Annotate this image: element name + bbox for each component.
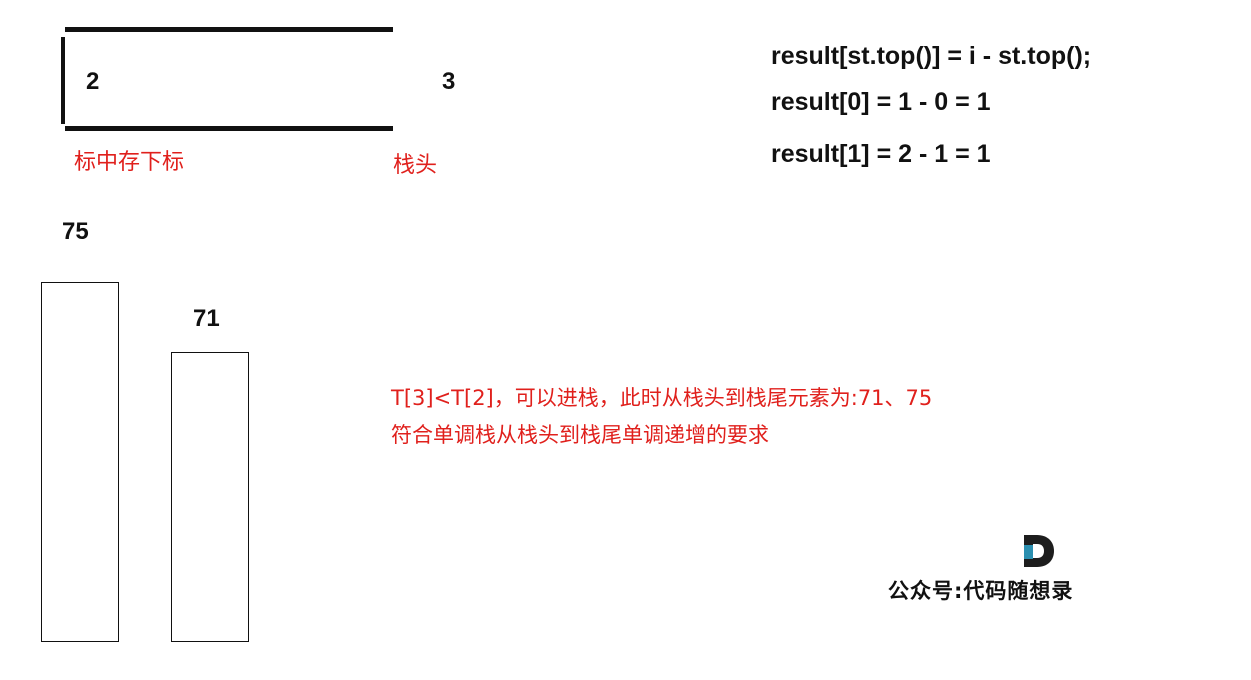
temperature-bar: [171, 352, 249, 642]
explanation-line: 符合单调栈从栈头到栈尾单调递增的要求: [391, 423, 769, 447]
bar-label: 71: [193, 305, 220, 332]
pending-element: 3: [442, 68, 456, 95]
code-line: result[st.top()] = i - st.top();: [771, 42, 1092, 70]
stack-top-border: [65, 27, 393, 32]
stack-head-label: 栈头: [393, 153, 438, 178]
code-line: result[1] = 2 - 1 = 1: [771, 140, 991, 168]
stack-diagram: [0, 0, 420, 140]
stack-note-label: 标中存下标: [74, 150, 185, 175]
d-logo-icon: [1024, 535, 1054, 567]
temperature-bars: 75 71: [0, 200, 300, 660]
code-line: result[0] = 1 - 0 = 1: [771, 88, 991, 116]
stack-element: 2: [86, 68, 100, 95]
stack-bottom-wall: [61, 37, 65, 124]
explanation-line: T[3]<T[2]，可以进栈，此时从栈头到栈尾元素为:71、75: [391, 386, 933, 410]
temperature-bar: [41, 282, 119, 642]
logo-text: 公众号:代码随想录: [888, 579, 1074, 603]
bar-label: 75: [62, 218, 89, 245]
stack-bottom-border: [65, 126, 393, 131]
